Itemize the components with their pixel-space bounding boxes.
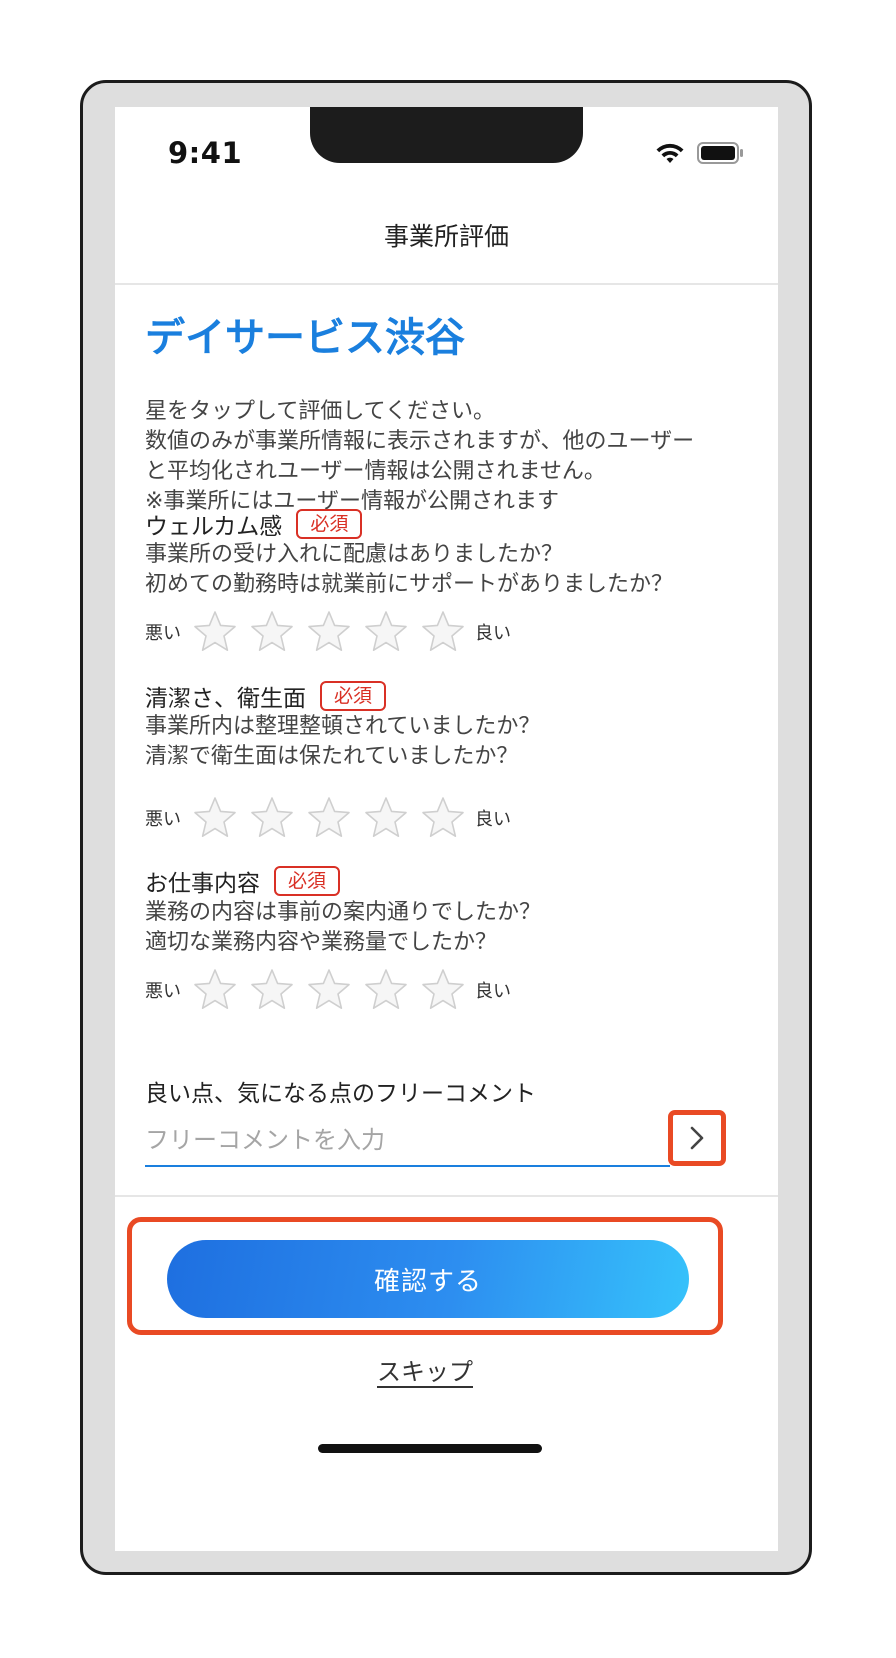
star-icon[interactable] xyxy=(191,966,239,1014)
phone-screen: 9:41 事業所評価 デイサービス渋谷 星をタップして評価してください。 数値の… xyxy=(115,107,778,1551)
star-icon[interactable] xyxy=(248,608,296,656)
rating-label-bad: 悪い xyxy=(145,809,181,830)
star-rating xyxy=(191,794,467,842)
section-title-label: お仕事内容 xyxy=(145,871,260,897)
instructions: 星をタップして評価してください。 数値のみが事業所情報に表示されますが、他のユー… xyxy=(145,397,765,517)
star-icon[interactable] xyxy=(305,794,353,842)
page-title: 事業所評価 xyxy=(383,222,509,251)
rating-label-good: 良い xyxy=(475,981,511,1002)
rating-label-good: 良い xyxy=(475,623,511,644)
required-badge: 必須 xyxy=(274,866,341,896)
star-icon[interactable] xyxy=(191,608,239,656)
confirm-highlight-frame: 確認する xyxy=(127,1217,723,1335)
skip-link[interactable]: スキップ xyxy=(115,1352,735,1387)
notch xyxy=(310,107,583,163)
comment-label: 良い点、気になる点のフリーコメント xyxy=(145,1081,536,1107)
section-title-label: ウェルカム感 xyxy=(145,514,283,540)
question-work-content: 業務の内容は事前の案内通りでしたか？ 適切な業務内容や業務量でしたか？ xyxy=(145,898,541,958)
rating-row-cleanliness: 悪い 良い xyxy=(145,794,511,842)
rating-label-bad: 悪い xyxy=(145,623,181,644)
star-icon[interactable] xyxy=(305,966,353,1014)
star-icon[interactable] xyxy=(191,794,239,842)
star-icon[interactable] xyxy=(419,608,467,656)
star-icon[interactable] xyxy=(419,966,467,1014)
comment-field-wrapper xyxy=(145,1117,670,1167)
section-title-work-content: お仕事内容 必須 xyxy=(145,864,341,898)
question-line: 適切な業務内容や業務量でしたか？ xyxy=(145,930,498,955)
section-title-cleanliness: 清潔さ、衛生面 必須 xyxy=(145,679,387,713)
section-title-label: 清潔さ、衛生面 xyxy=(145,686,306,712)
star-icon[interactable] xyxy=(362,608,410,656)
rating-row-work-content: 悪い 良い xyxy=(145,966,511,1014)
rating-label-bad: 悪い xyxy=(145,981,181,1002)
confirm-button[interactable]: 確認する xyxy=(167,1240,689,1318)
instruction-line: 星をタップして評価してください。 xyxy=(145,399,496,424)
required-badge: 必須 xyxy=(320,681,387,711)
rating-row-welcome: 悪い 良い xyxy=(145,608,511,656)
section-title-welcome: ウェルカム感 必須 xyxy=(145,507,363,541)
instruction-line: と平均化されユーザー情報は公開されません。 xyxy=(145,459,606,484)
comment-input[interactable] xyxy=(145,1117,670,1163)
facility-name: デイサービス渋谷 xyxy=(145,315,465,361)
star-icon[interactable] xyxy=(248,794,296,842)
question-line: 清潔で衛生面は保たれていましたか？ xyxy=(145,744,519,769)
required-badge: 必須 xyxy=(296,509,363,539)
question-line: 業務の内容は事前の案内通りでしたか？ xyxy=(145,900,542,925)
question-line: 初めての勤務時は就業前にサポートがありましたか？ xyxy=(145,572,674,597)
home-indicator xyxy=(318,1444,542,1453)
star-icon[interactable] xyxy=(305,608,353,656)
question-cleanliness: 事業所内は整理整頓されていましたか？ 清潔で衛生面は保たれていましたか？ xyxy=(145,712,540,772)
footer-divider xyxy=(115,1195,778,1197)
question-line: 事業所の受け入れに配慮はありましたか？ xyxy=(145,542,564,567)
instruction-line: 数値のみが事業所情報に表示されますが、他のユーザー xyxy=(145,429,695,454)
question-line: 事業所内は整理整頓されていましたか？ xyxy=(145,714,541,739)
rating-label-good: 良い xyxy=(475,809,511,830)
header-divider xyxy=(115,283,778,285)
star-icon[interactable] xyxy=(419,794,467,842)
battery-icon xyxy=(697,142,743,164)
star-icon[interactable] xyxy=(248,966,296,1014)
wifi-icon xyxy=(656,143,684,163)
star-icon[interactable] xyxy=(362,794,410,842)
chevron-right-icon xyxy=(690,1126,704,1150)
question-welcome: 事業所の受け入れに配慮はありましたか？ 初めての勤務時は就業前にサポートがありま… xyxy=(145,540,673,600)
star-rating xyxy=(191,608,467,656)
star-rating xyxy=(191,966,467,1014)
comment-next-button[interactable] xyxy=(668,1110,726,1166)
star-icon[interactable] xyxy=(362,966,410,1014)
status-time: 9:41 xyxy=(168,136,243,170)
